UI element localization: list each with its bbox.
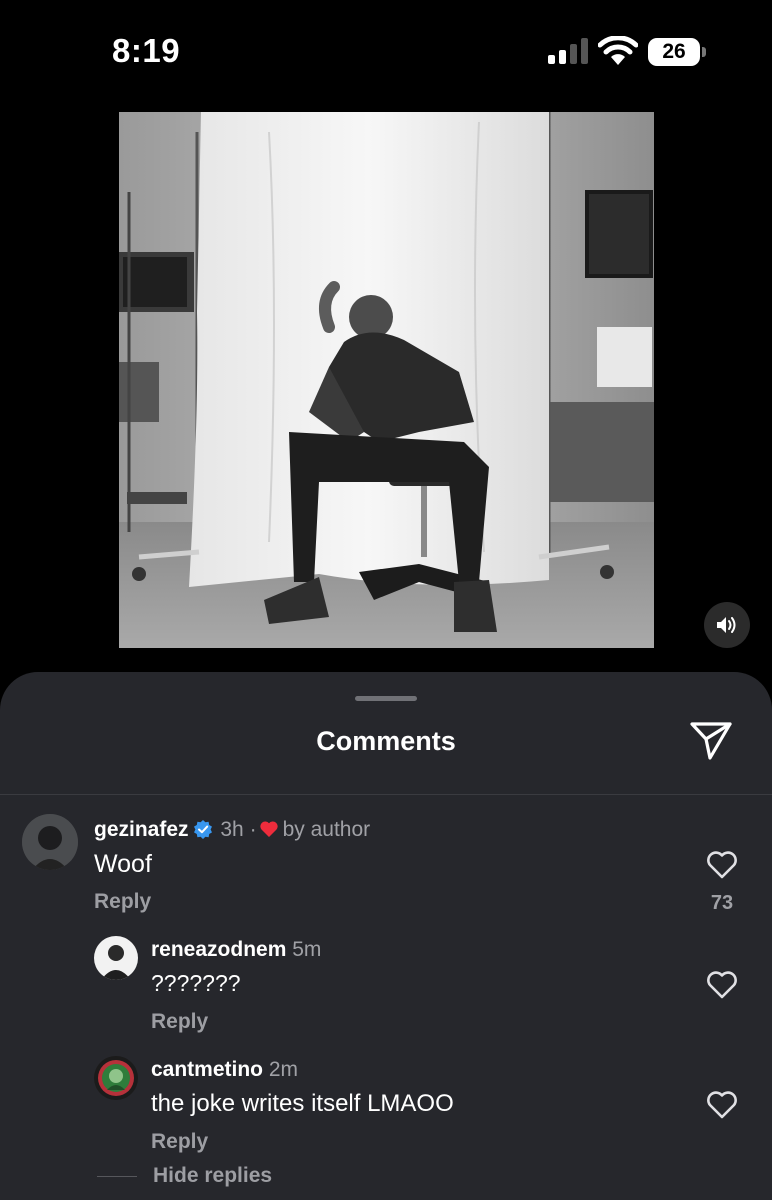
comments-title: Comments — [316, 726, 456, 756]
photo-illustration — [119, 112, 654, 648]
comment-username[interactable]: gezinafez — [94, 818, 189, 841]
comment-meta: cantmetino 2m — [151, 1058, 298, 1082]
hide-replies-button[interactable]: Hide replies — [153, 1164, 272, 1188]
reply-button[interactable]: Reply — [94, 890, 151, 914]
cellular-signal-icon — [548, 38, 588, 64]
hide-replies-line — [97, 1176, 137, 1177]
comment-time: 5m — [292, 938, 322, 961]
avatar[interactable] — [94, 936, 138, 980]
comments-sheet: Comments gezinafez 3h · by author Woof Re… — [0, 672, 772, 1200]
avatar[interactable] — [22, 814, 78, 870]
like-count: 73 — [710, 892, 734, 914]
liked-by-author-label: by author — [282, 818, 371, 841]
speaker-icon — [717, 617, 736, 633]
comment-text: the joke writes itself LMAOO — [151, 1090, 454, 1117]
heart-outline-icon[interactable] — [706, 1090, 738, 1120]
sound-toggle-button[interactable] — [704, 602, 750, 648]
verified-badge-icon — [193, 820, 212, 839]
meta-separator: · — [249, 818, 257, 841]
avatar-photo — [22, 814, 78, 870]
comment-text: ??????? — [151, 970, 241, 996]
reply-button[interactable]: Reply — [151, 1130, 208, 1154]
battery-level: 26 — [648, 38, 700, 66]
avatar[interactable] — [94, 1056, 138, 1100]
clock-time: 8:19 — [112, 32, 181, 69]
avatar-photo — [94, 1056, 138, 1100]
post-photo[interactable] — [119, 112, 654, 648]
header-divider — [0, 794, 772, 795]
wifi-icon — [598, 36, 638, 65]
reply-button[interactable]: Reply — [151, 1010, 208, 1034]
heart-filled-icon — [259, 821, 278, 837]
comment-username[interactable]: reneazodnem — [151, 938, 286, 961]
comment-time: 3h — [220, 818, 244, 841]
heart-outline-icon[interactable] — [706, 970, 738, 1000]
status-bar: 8:19 26 — [0, 0, 772, 100]
battery-indicator: 26 — [648, 38, 706, 66]
comment-text: Woof — [94, 850, 152, 878]
comment-meta: reneazodnem 5m — [151, 938, 321, 962]
sheet-grab-handle[interactable] — [355, 696, 417, 701]
heart-outline-icon[interactable] — [706, 850, 738, 880]
comment-time: 2m — [268, 1058, 299, 1081]
comment-username[interactable]: cantmetino — [151, 1058, 263, 1081]
battery-tip — [702, 47, 706, 57]
comment-meta: gezinafez 3h · by author — [94, 818, 370, 842]
paper-plane-icon[interactable] — [688, 720, 734, 762]
avatar-photo — [94, 936, 138, 980]
